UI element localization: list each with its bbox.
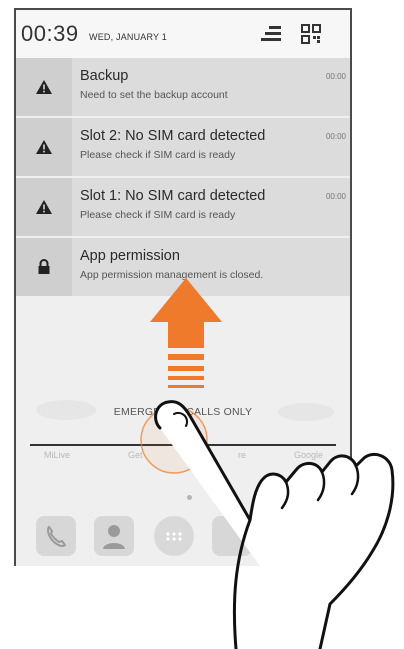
hand-swipe-icon [154,400,395,649]
